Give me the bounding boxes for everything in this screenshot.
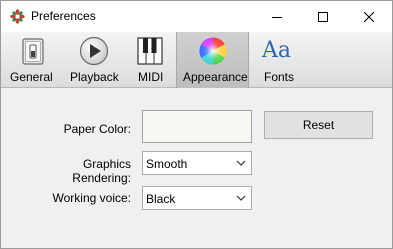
tab-general-label: General <box>10 70 53 84</box>
minimize-icon <box>272 16 282 18</box>
tab-playback[interactable]: Playback <box>64 32 124 88</box>
maximize-button[interactable] <box>300 1 346 32</box>
tab-appearance[interactable]: Appearance <box>176 32 249 88</box>
font-aa-icon: Aa <box>262 38 292 63</box>
graphics-rendering-label: Graphics Rendering: <box>72 157 131 185</box>
color-wheel-icon <box>199 37 227 65</box>
paper-color-label: Paper Color: <box>63 122 131 136</box>
preferences-toolbar: General Playback MIDI Appearance Aa Font… <box>1 32 392 88</box>
window-title: Preferences <box>31 9 96 23</box>
tab-general[interactable]: General <box>7 32 59 88</box>
paper-color-swatch[interactable] <box>142 110 252 143</box>
close-button[interactable] <box>346 1 392 32</box>
close-icon <box>364 11 374 22</box>
graphics-rendering-select[interactable]: Smooth <box>142 151 252 175</box>
tab-midi-label: MIDI <box>138 70 164 84</box>
chevron-down-icon <box>236 195 246 201</box>
tab-fonts[interactable]: Aa Fonts <box>258 32 298 88</box>
tab-appearance-label: Appearance <box>183 70 248 84</box>
tab-fonts-label: Fonts <box>264 70 295 84</box>
graphics-rendering-value: Smooth <box>146 157 188 171</box>
maximize-icon <box>318 11 328 22</box>
chevron-down-icon <box>236 160 246 166</box>
play-icon <box>79 36 109 66</box>
toggle-switch-icon <box>22 38 44 65</box>
title-bar: Preferences <box>1 1 392 32</box>
working-voice-value: Black <box>146 192 176 206</box>
app-logo-icon <box>10 9 25 24</box>
appearance-panel: Paper Color: Reset Graphics Rendering: S… <box>1 89 392 248</box>
tab-playback-label: Playback <box>70 70 119 84</box>
working-voice-label: Working voice: <box>52 191 131 205</box>
minimize-button[interactable] <box>254 1 300 32</box>
reset-button[interactable]: Reset <box>264 111 373 139</box>
working-voice-select[interactable]: Black <box>142 186 252 210</box>
piano-keys-icon <box>137 37 163 65</box>
tab-midi[interactable]: MIDI <box>131 32 169 88</box>
preferences-window: Preferences General Playback MIDI Appear… <box>0 0 393 249</box>
